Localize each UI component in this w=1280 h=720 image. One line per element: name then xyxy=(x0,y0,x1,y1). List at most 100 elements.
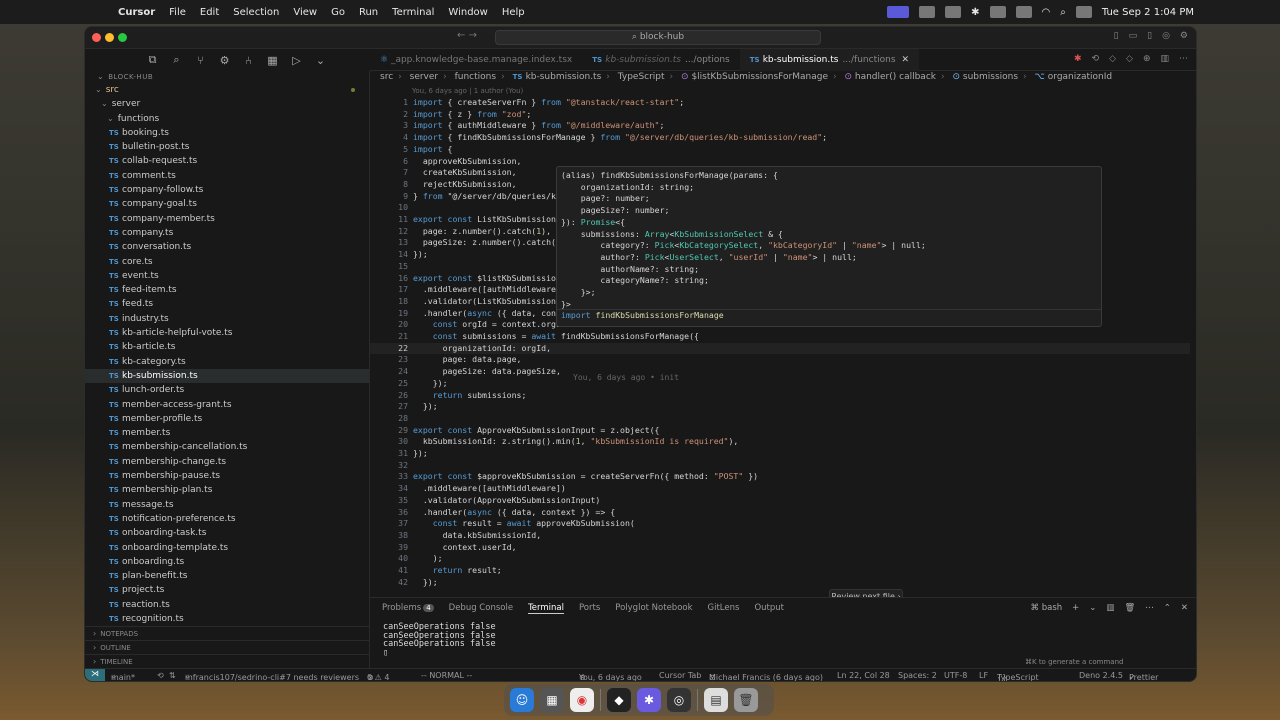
menubar-clock[interactable]: Tue Sep 2 1:04 PM xyxy=(1102,7,1194,18)
file-item[interactable]: TS feed-item.ts xyxy=(85,283,369,297)
folder-functions[interactable]: ⌄ functions xyxy=(85,112,369,126)
menu-app[interactable]: Cursor xyxy=(118,7,155,18)
menu-window[interactable]: Window xyxy=(448,7,487,18)
status-encoding[interactable]: UTF-8 xyxy=(944,671,967,680)
search-view-icon[interactable]: ⌕ xyxy=(171,53,182,67)
file-item[interactable]: TS industry.ts xyxy=(85,312,369,326)
file-item[interactable]: TS company-member.ts xyxy=(85,212,369,226)
code-line[interactable]: 1 import { createServerFn } from "@tansta… xyxy=(370,97,1190,109)
tab-terminal[interactable]: Terminal xyxy=(528,603,564,614)
asterisk-app-icon[interactable]: ✱ xyxy=(637,688,661,712)
menu-help[interactable]: Help xyxy=(502,7,525,18)
breadcrumb-item[interactable]: functions xyxy=(455,72,496,82)
status-runtime[interactable]: Deno 2.4.5 xyxy=(1079,671,1123,680)
code-line[interactable]: 25 }); xyxy=(370,378,1190,390)
tab-ports[interactable]: Ports xyxy=(579,603,600,614)
menu-selection[interactable]: Selection xyxy=(233,7,279,18)
tab-kb-submission-functions[interactable]: TS kb-submission.ts .../functions ✕ xyxy=(739,48,920,71)
menu-file[interactable]: File xyxy=(169,7,186,18)
code-line[interactable]: 22 organizationId: orgId, xyxy=(370,342,1190,355)
folder-server[interactable]: ⌄ server xyxy=(85,97,369,111)
battery-icon[interactable] xyxy=(1015,6,1032,18)
breadcrumb-item[interactable]: kb-submission.ts xyxy=(526,72,602,82)
code-line[interactable]: 42 }); xyxy=(370,577,1190,589)
bug-icon[interactable]: ✱ xyxy=(1074,54,1082,64)
file-item[interactable]: TS booking.ts xyxy=(85,126,369,140)
breadcrumb-item[interactable]: organizationId xyxy=(1048,72,1112,82)
breadcrumb-item[interactable]: server xyxy=(410,72,439,82)
code-line[interactable]: 39 context.userId, xyxy=(370,542,1190,554)
code-line[interactable]: 29 export const ApproveKbSubmissionInput … xyxy=(370,425,1190,437)
sync-icon[interactable]: ⟲ xyxy=(157,671,164,680)
explorer-icon[interactable]: ⧉ xyxy=(147,53,158,67)
code-line[interactable]: 33 export const $approveKbSubmission = cr… xyxy=(370,471,1190,483)
more-views-chevron-icon[interactable]: ⌄ xyxy=(315,54,326,67)
file-item[interactable]: TS kb-article-helpful-vote.ts xyxy=(85,326,369,340)
code-line[interactable]: 38 data.kbSubmissionId, xyxy=(370,530,1190,542)
explorer-section-header[interactable]: ⌄ BLOCK-HUB xyxy=(85,71,369,83)
wifi-icon[interactable]: ◠ xyxy=(1042,7,1051,18)
minimize-window-button[interactable] xyxy=(105,33,114,42)
activity-app-icon[interactable]: ◎ xyxy=(667,688,691,712)
file-item[interactable]: TS feed.ts xyxy=(85,297,369,311)
file-item[interactable]: TS membership-change.ts xyxy=(85,455,369,469)
command-center-search[interactable]: ⌕ block-hub xyxy=(495,30,821,45)
code-line[interactable]: 5 import { xyxy=(370,144,1190,156)
kill-terminal-icon[interactable]: 🗑 xyxy=(1124,603,1135,613)
file-item[interactable]: TS membership-plan.ts xyxy=(85,483,369,497)
code-line[interactable]: 41 return result; xyxy=(370,565,1190,577)
breadcrumb-item[interactable]: TypeScript xyxy=(618,72,665,82)
menu-go[interactable]: Go xyxy=(331,7,345,18)
previous-change-icon[interactable]: ◇ xyxy=(1109,54,1116,64)
toggle-panel-icon[interactable]: ▭ xyxy=(1129,31,1138,41)
file-item[interactable]: TS company-goal.ts xyxy=(85,197,369,211)
menu-view[interactable]: View xyxy=(293,7,317,18)
tab-debug-console[interactable]: Debug Console xyxy=(449,603,513,614)
code-line[interactable]: 31}); xyxy=(370,448,1190,460)
code-line[interactable]: 32 xyxy=(370,460,1190,472)
git-graph-icon[interactable]: ⑃ xyxy=(243,54,254,67)
menu-run[interactable]: Run xyxy=(359,7,378,18)
extensions-icon[interactable]: ⚙ xyxy=(219,54,230,67)
database-icon[interactable]: ▦ xyxy=(267,54,278,67)
zoom-window-button[interactable] xyxy=(118,33,127,42)
next-change-icon[interactable]: ◇ xyxy=(1126,54,1133,64)
settings-gear-icon[interactable]: ⚙ xyxy=(1180,31,1188,41)
app-status-icon[interactable] xyxy=(919,6,936,18)
file-item[interactable]: TS lunch-order.ts xyxy=(85,383,369,397)
more-actions-icon[interactable]: ⋯ xyxy=(1179,54,1188,64)
open-changes-icon[interactable]: ⊕ xyxy=(1143,54,1151,64)
file-item[interactable]: TS onboarding-template.ts xyxy=(85,541,369,555)
tab-kb-submission-options[interactable]: TS kb-submission.ts .../options xyxy=(582,49,739,71)
code-line[interactable]: 23 page: data.page, xyxy=(370,354,1190,366)
code-line[interactable]: 36 .handler(async ({ data, context }) =>… xyxy=(370,507,1190,519)
maximize-panel-icon[interactable]: ⌃ xyxy=(1164,603,1171,613)
code-line[interactable]: 4 import { findKbSubmissionsForManage } f… xyxy=(370,132,1190,144)
code-line[interactable]: 40 ); xyxy=(370,553,1190,565)
tab-gitlens[interactable]: GitLens xyxy=(708,603,740,614)
file-item[interactable]: TS conversation.ts xyxy=(85,240,369,254)
toggle-secondary-sidebar-icon[interactable]: ▯ xyxy=(1147,31,1152,41)
bluetooth-icon[interactable]: ✱ xyxy=(971,7,979,18)
menu-terminal[interactable]: Terminal xyxy=(392,7,434,18)
breadcrumb-item[interactable]: handler() callback xyxy=(855,72,936,82)
file-item[interactable]: TS bulletin-post.ts xyxy=(85,140,369,154)
terminal-more-icon[interactable]: ⋯ xyxy=(1145,603,1154,613)
split-terminal-icon[interactable]: ▥ xyxy=(1106,603,1114,613)
codelens-blame[interactable]: You, 6 days ago | 1 author (You) xyxy=(412,87,523,95)
toggle-sidebar-icon[interactable]: ▯ xyxy=(1114,31,1119,41)
git-compare-icon[interactable]: ⟲ xyxy=(1092,54,1100,64)
back-arrow-icon[interactable]: ← xyxy=(457,30,465,41)
file-item[interactable]: TS member-profile.ts xyxy=(85,412,369,426)
user-switch-icon[interactable] xyxy=(1075,6,1092,18)
source-control-icon[interactable]: ⑂ xyxy=(195,54,206,67)
control-center-icon[interactable] xyxy=(989,6,1006,18)
file-item[interactable]: TS company.ts xyxy=(85,226,369,240)
breadcrumb-item[interactable]: $listKbSubmissionsForManage xyxy=(691,72,828,82)
file-item[interactable]: TS recognition.ts xyxy=(85,612,369,626)
file-item[interactable]: TS comment.ts xyxy=(85,169,369,183)
trash-icon[interactable]: 🗑 xyxy=(734,688,758,712)
terminal-output[interactable]: canSeeOperations false canSeeOperations … xyxy=(383,623,496,657)
launchpad-icon[interactable]: ▦ xyxy=(540,688,564,712)
file-item[interactable]: TS onboarding-task.ts xyxy=(85,526,369,540)
